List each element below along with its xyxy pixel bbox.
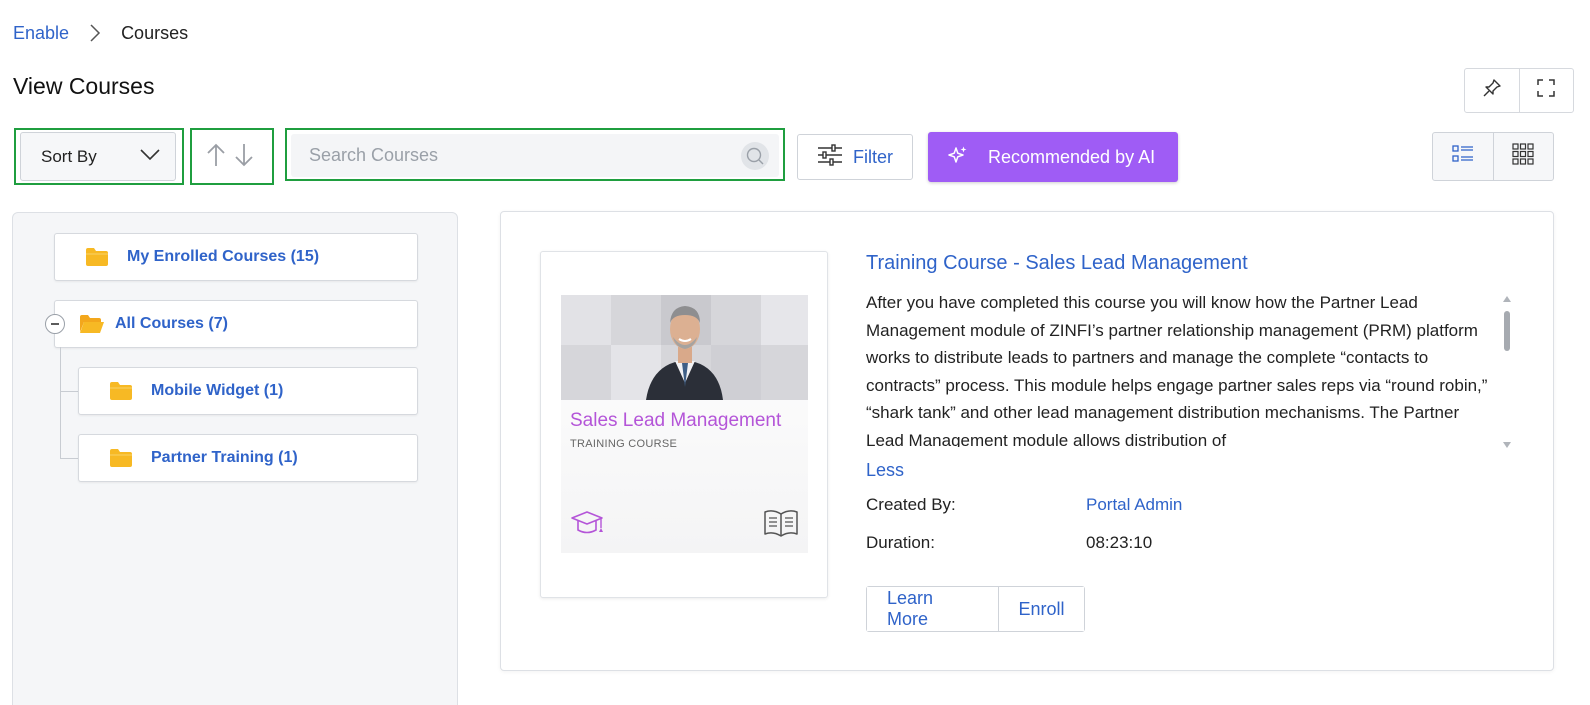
- description-scrollbar[interactable]: [1501, 296, 1513, 448]
- fullscreen-button[interactable]: [1518, 69, 1574, 112]
- folder-open-icon: [79, 314, 105, 334]
- tree-item-label: Partner Training (1): [151, 449, 298, 466]
- breadcrumb-current: Courses: [121, 22, 189, 43]
- graduation-cap-icon: [570, 509, 606, 539]
- tree-connector: [60, 347, 61, 459]
- fullscreen-icon: [1536, 78, 1556, 103]
- course-card: Sales Lead Management TRAINING COURSE Tr…: [500, 211, 1554, 671]
- tree-item-mobile-widget[interactable]: Mobile Widget (1): [78, 367, 418, 415]
- list-view-button[interactable]: [1433, 133, 1493, 180]
- page-actions: [1464, 68, 1574, 113]
- page-title: View Courses: [13, 73, 155, 99]
- tree-item-label: All Courses (7): [115, 315, 228, 332]
- created-by-label: Created By:: [866, 495, 956, 514]
- chevron-right-icon: [89, 22, 103, 44]
- open-book-icon: [763, 508, 799, 538]
- search-bar: [291, 134, 779, 177]
- tree-item-my-enrolled-courses[interactable]: My Enrolled Courses (15): [54, 233, 418, 281]
- thumbnail-title: Sales Lead Management: [570, 410, 782, 431]
- duration-value: 08:23:10: [1086, 533, 1153, 552]
- sliders-icon: [817, 143, 843, 172]
- course-actions: Learn More Enroll: [866, 586, 1085, 632]
- grid-view-button[interactable]: [1492, 133, 1554, 180]
- less-link[interactable]: Less: [866, 460, 904, 481]
- folder-icon: [109, 381, 133, 401]
- thumbnail-subtitle: TRAINING COURSE: [570, 438, 678, 450]
- tree-connector: [60, 391, 78, 392]
- grid-view-icon: [1512, 143, 1534, 170]
- list-view-icon: [1452, 144, 1474, 169]
- course-description: After you have completed this course you…: [866, 293, 1488, 447]
- scroll-thumb[interactable]: [1504, 311, 1510, 351]
- scroll-down-icon[interactable]: [1503, 442, 1511, 448]
- course-title-link[interactable]: Training Course - Sales Lead Management: [866, 252, 1248, 275]
- enroll-button[interactable]: Enroll: [998, 587, 1084, 631]
- tree-item-label: My Enrolled Courses (15): [127, 248, 320, 265]
- sparkle-icon: [948, 145, 968, 170]
- tree-connector: [60, 458, 78, 459]
- filter-button[interactable]: Filter: [797, 134, 913, 180]
- arrow-up-icon[interactable]: [205, 142, 227, 168]
- scroll-up-icon[interactable]: [1503, 296, 1511, 302]
- chevron-down-icon: [139, 147, 161, 167]
- duration-label: Duration:: [866, 533, 935, 552]
- created-by-value[interactable]: Portal Admin: [1086, 495, 1182, 515]
- tree-item-partner-training[interactable]: Partner Training (1): [78, 434, 418, 482]
- search-input[interactable]: [309, 145, 741, 166]
- folder-icon: [85, 247, 109, 267]
- view-toggle: [1432, 132, 1554, 181]
- course-category-tree: My Enrolled Courses (15) All Courses (7)…: [12, 212, 458, 705]
- breadcrumb: Enable Courses: [13, 22, 188, 44]
- recommended-by-ai-button[interactable]: Recommended by AI: [928, 132, 1178, 182]
- tree-item-label: Mobile Widget (1): [151, 382, 284, 399]
- breadcrumb-enable-link[interactable]: Enable: [13, 23, 69, 44]
- tree-item-all-courses[interactable]: All Courses (7): [54, 300, 418, 348]
- folder-icon: [109, 448, 133, 468]
- sort-by-label: Sort By: [41, 146, 97, 166]
- course-thumbnail[interactable]: Sales Lead Management TRAINING COURSE: [540, 251, 828, 598]
- learn-more-button[interactable]: Learn More: [867, 587, 998, 631]
- arrow-down-icon[interactable]: [233, 142, 255, 168]
- course-thumbnail-art: Sales Lead Management TRAINING COURSE: [561, 295, 808, 553]
- filter-label: Filter: [853, 146, 893, 167]
- search-icon[interactable]: [741, 141, 769, 170]
- ai-label: Recommended by AI: [988, 146, 1156, 167]
- minus-circle-icon[interactable]: [45, 314, 65, 334]
- course-photo: [561, 295, 808, 400]
- pin-button[interactable]: [1465, 69, 1519, 112]
- pin-icon: [1482, 78, 1502, 103]
- sort-order-controls: [205, 142, 255, 168]
- sort-by-select[interactable]: Sort By: [20, 132, 176, 181]
